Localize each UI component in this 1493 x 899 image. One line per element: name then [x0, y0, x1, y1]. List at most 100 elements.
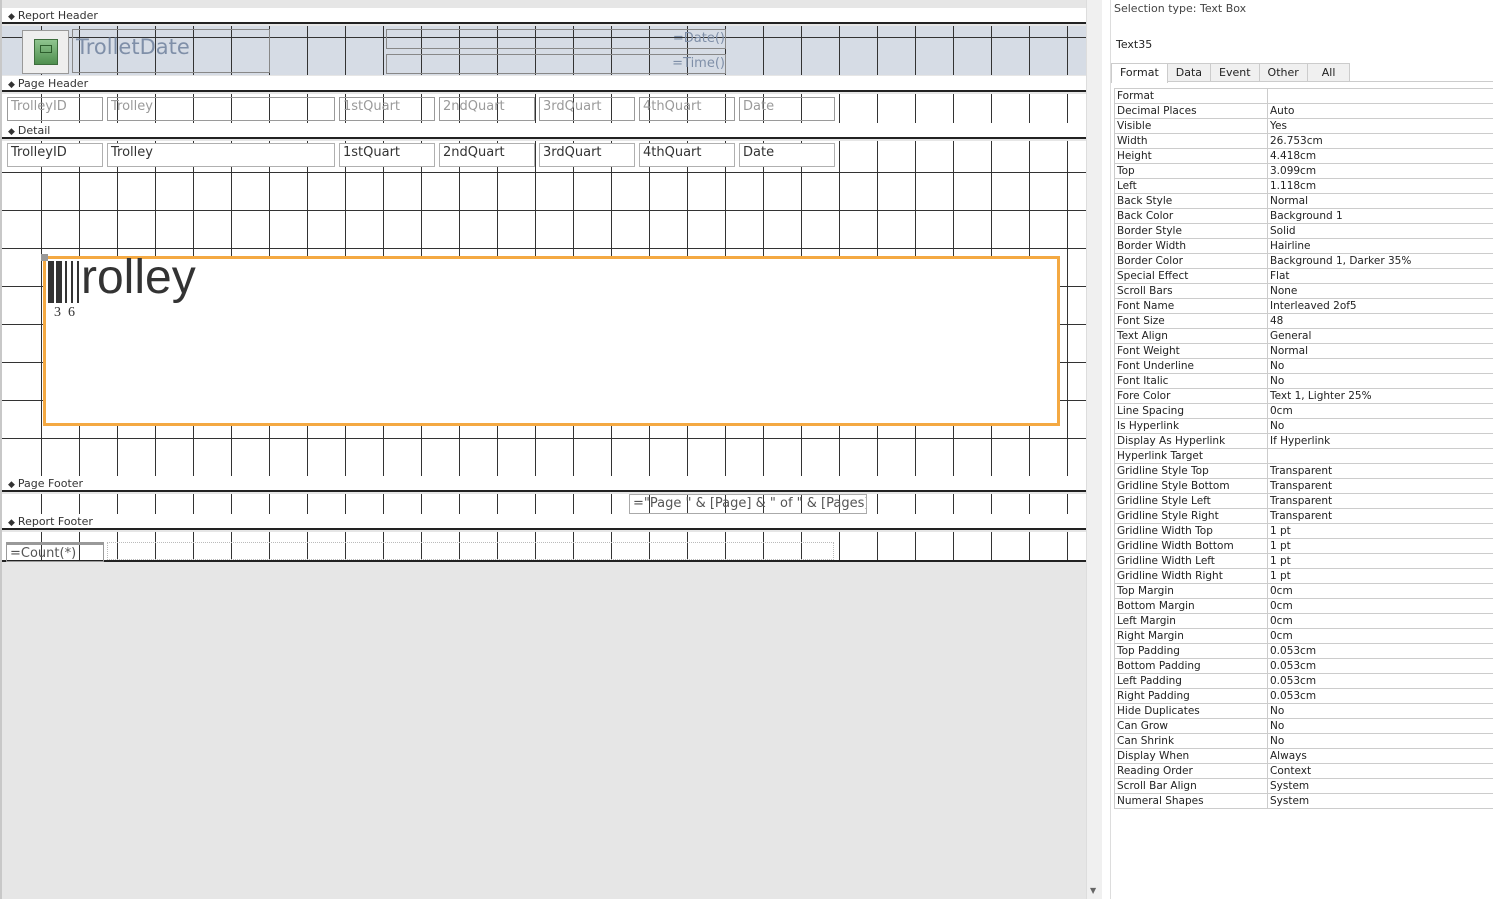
property-row[interactable]: Scroll Bars None — [1114, 283, 1493, 299]
property-row[interactable]: Top Padding 0.053cm — [1114, 643, 1493, 659]
property-value[interactable]: Transparent — [1267, 478, 1493, 494]
property-value[interactable]: 0cm — [1267, 403, 1493, 419]
section-bar-page-header[interactable]: ◆ Page Header — [2, 76, 1086, 92]
section-bar-report-header[interactable]: ◆ Report Header — [2, 8, 1086, 24]
tab-event[interactable]: Event — [1210, 63, 1260, 81]
date-textbox[interactable]: =Date() — [386, 29, 726, 49]
property-value[interactable]: Auto — [1267, 103, 1493, 119]
count-textbox[interactable]: =Count(*) — [6, 542, 104, 562]
move-handle[interactable] — [41, 254, 48, 261]
property-value[interactable]: None — [1267, 283, 1493, 299]
property-value[interactable]: 3.099cm — [1267, 163, 1493, 179]
property-row[interactable]: Numeral Shapes System — [1114, 793, 1493, 809]
property-row[interactable]: Can Shrink No — [1114, 733, 1493, 749]
property-value[interactable]: No — [1267, 733, 1493, 749]
property-row[interactable]: Bottom Padding 0.053cm — [1114, 658, 1493, 674]
report-header-section[interactable]: TrolletDate =Date() =Time() — [2, 26, 1086, 75]
property-value[interactable]: 0cm — [1267, 598, 1493, 614]
scroll-down-icon[interactable]: ▼ — [1090, 886, 1096, 895]
property-row[interactable]: Fore Color Text 1, Lighter 25% — [1114, 388, 1493, 404]
property-value[interactable]: 1 pt — [1267, 538, 1493, 554]
property-value[interactable] — [1267, 448, 1493, 464]
property-row[interactable]: Special Effect Flat — [1114, 268, 1493, 284]
property-row[interactable]: Right Margin 0cm — [1114, 628, 1493, 644]
property-row[interactable]: Border Style Solid — [1114, 223, 1493, 239]
field-4thquart[interactable]: 4thQuart — [639, 143, 735, 167]
property-row[interactable]: Visible Yes — [1114, 118, 1493, 134]
property-value[interactable]: Always — [1267, 748, 1493, 764]
tab-all[interactable]: All — [1306, 63, 1351, 81]
page-number-textbox[interactable]: ="Page " & [Page] & " of " & [Pages] — [629, 494, 867, 514]
property-row[interactable]: Gridline Width Right 1 pt — [1114, 568, 1493, 584]
label-date[interactable]: Date — [739, 97, 835, 121]
property-row[interactable]: Gridline Width Top 1 pt — [1114, 523, 1493, 539]
property-value[interactable]: System — [1267, 778, 1493, 794]
property-value[interactable] — [1267, 88, 1493, 104]
tab-data[interactable]: Data — [1166, 63, 1212, 81]
field-1stquart[interactable]: 1stQuart — [339, 143, 435, 167]
property-row[interactable]: Top 3.099cm — [1114, 163, 1493, 179]
property-row[interactable]: Display When Always — [1114, 748, 1493, 764]
property-row[interactable]: Font Name Interleaved 2of5 — [1114, 298, 1493, 314]
field-trolley[interactable]: Trolley — [107, 143, 335, 167]
property-row[interactable]: Font Weight Normal — [1114, 343, 1493, 359]
property-row[interactable]: Font Size 48 — [1114, 313, 1493, 329]
property-row[interactable]: Reading Order Context — [1114, 763, 1493, 779]
time-textbox[interactable]: =Time() — [386, 54, 726, 74]
field-date[interactable]: Date — [739, 143, 835, 167]
property-value[interactable]: Transparent — [1267, 508, 1493, 524]
property-value[interactable]: 48 — [1267, 313, 1493, 329]
label-1stquart[interactable]: 1stQuart — [339, 97, 435, 121]
report-title[interactable]: TrolletDate — [72, 29, 270, 73]
property-value[interactable]: Yes — [1267, 118, 1493, 134]
property-row[interactable]: Back Style Normal — [1114, 193, 1493, 209]
property-value[interactable]: No — [1267, 358, 1493, 374]
property-row[interactable]: Border Color Background 1, Darker 35% — [1114, 253, 1493, 269]
barcode-textbox-selected[interactable]: rolley 3 6 — [41, 253, 1060, 426]
property-row[interactable]: Gridline Width Bottom 1 pt — [1114, 538, 1493, 554]
property-value[interactable]: 26.753cm — [1267, 133, 1493, 149]
property-value[interactable]: Background 1, Darker 35% — [1267, 253, 1493, 269]
report-logo[interactable] — [22, 30, 69, 74]
property-value[interactable]: Interleaved 2of5 — [1267, 298, 1493, 314]
field-trolleyid[interactable]: TrolleyID — [7, 143, 103, 167]
property-row[interactable]: Left 1.118cm — [1114, 178, 1493, 194]
report-footer-section[interactable]: =Count(*) — [2, 532, 1086, 562]
property-value[interactable]: Normal — [1267, 193, 1493, 209]
detail-section[interactable]: TrolleyID Trolley 1stQuart 2ndQuart 3rdQ… — [2, 141, 1086, 476]
property-row[interactable]: Line Spacing 0cm — [1114, 403, 1493, 419]
page-header-section[interactable]: TrolleyID Trolley 1stQuart 2ndQuart 3rdQ… — [2, 94, 1086, 123]
property-row[interactable]: Display As Hyperlink If Hyperlink — [1114, 433, 1493, 449]
property-row[interactable]: Hide Duplicates No — [1114, 703, 1493, 719]
section-bar-detail[interactable]: ◆ Detail — [2, 123, 1086, 139]
property-value[interactable]: 4.418cm — [1267, 148, 1493, 164]
property-row[interactable]: Width 26.753cm — [1114, 133, 1493, 149]
property-row[interactable]: Gridline Width Left 1 pt — [1114, 553, 1493, 569]
field-3rdquart[interactable]: 3rdQuart — [539, 143, 635, 167]
property-value[interactable]: System — [1267, 793, 1493, 809]
label-3rdquart[interactable]: 3rdQuart — [539, 97, 635, 121]
property-row[interactable]: Left Padding 0.053cm — [1114, 673, 1493, 689]
property-row[interactable]: Hyperlink Target — [1114, 448, 1493, 464]
property-value[interactable]: Hairline — [1267, 238, 1493, 254]
property-value[interactable]: 1 pt — [1267, 568, 1493, 584]
label-trolley[interactable]: Trolley — [107, 97, 335, 121]
property-row[interactable]: Gridline Style Left Transparent — [1114, 493, 1493, 509]
property-row[interactable]: Font Italic No — [1114, 373, 1493, 389]
property-value[interactable]: Transparent — [1267, 493, 1493, 509]
property-row[interactable]: Back Color Background 1 — [1114, 208, 1493, 224]
property-row[interactable]: Is Hyperlink No — [1114, 418, 1493, 434]
section-bar-page-footer[interactable]: ◆ Page Footer — [2, 476, 1086, 492]
property-row[interactable]: Bottom Margin 0cm — [1114, 598, 1493, 614]
property-row[interactable]: Decimal Places Auto — [1114, 103, 1493, 119]
property-value[interactable]: No — [1267, 718, 1493, 734]
label-2ndquart[interactable]: 2ndQuart — [439, 97, 535, 121]
property-value[interactable]: Transparent — [1267, 463, 1493, 479]
tab-format[interactable]: Format — [1111, 63, 1168, 83]
property-value[interactable]: Text 1, Lighter 25% — [1267, 388, 1493, 404]
property-value[interactable]: 0cm — [1267, 613, 1493, 629]
property-value[interactable]: No — [1267, 418, 1493, 434]
property-value[interactable]: Solid — [1267, 223, 1493, 239]
property-value[interactable]: 0cm — [1267, 583, 1493, 599]
property-row[interactable]: Gridline Style Bottom Transparent — [1114, 478, 1493, 494]
